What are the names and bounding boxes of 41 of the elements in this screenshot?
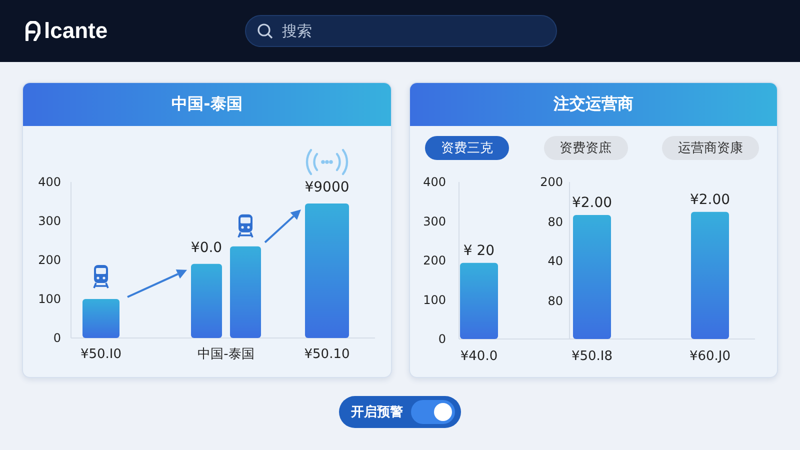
search-field[interactable]: 搜索 (245, 15, 557, 47)
alert-toggle[interactable]: 开启预警 (339, 396, 461, 428)
value-label: ¥0.0 (190, 240, 222, 256)
category-label: ¥60.J0 (689, 349, 731, 364)
axis-label: 300 (423, 214, 446, 228)
bar-label: ¥2.00 (690, 192, 730, 208)
tab[interactable]: 资费三克 (425, 136, 509, 160)
axis-label: 40 (548, 254, 563, 268)
axis-label: 80 (548, 294, 563, 308)
axis-label: 400 (423, 175, 446, 189)
card-title: 中国-泰国 (23, 83, 391, 126)
logo-icon (24, 21, 42, 41)
bar-label: ¥2.00 (572, 194, 612, 211)
arrow (127, 270, 187, 298)
axis-label: 0 (438, 332, 446, 346)
category-label: ¥50.10 (304, 347, 350, 362)
tab[interactable]: 运营商资康 (662, 136, 759, 160)
wireless-icon (306, 148, 348, 176)
value-label: ¥9000 (304, 179, 350, 196)
category-label: ¥50.I0 (80, 347, 122, 362)
train-icon (238, 214, 254, 238)
bar-label: ¥ 20 (463, 242, 495, 259)
category-label: ¥40.0 (460, 349, 498, 364)
axis-label: 200 (423, 254, 446, 268)
train-icon (93, 265, 109, 289)
bar (82, 299, 120, 338)
axis-label: 200 (540, 175, 563, 189)
axis-label: 100 (38, 292, 61, 306)
search-icon (257, 23, 273, 39)
tab[interactable]: 资费资庶 (544, 136, 628, 160)
arrow (264, 209, 301, 244)
axis-label: 400 (38, 175, 61, 189)
axis-label: 80 (548, 215, 563, 229)
logo: lcante (44, 18, 108, 44)
axis-label: 0 (53, 331, 61, 345)
axis-label: 200 (38, 253, 61, 267)
category-label: ¥50.I8 (571, 349, 613, 364)
category-label: 中国-泰国 (198, 347, 254, 362)
axis-label: 100 (423, 292, 446, 307)
axis-label: 300 (38, 214, 61, 228)
card-title: 注交运营商 (410, 83, 777, 126)
